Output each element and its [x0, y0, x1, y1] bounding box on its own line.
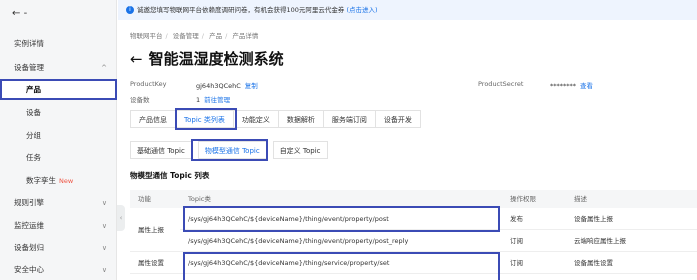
header-description: 描述 — [574, 195, 587, 203]
product-tabs: 产品信息 Topic 类列表 功能定义 数据解析 服务端订阅 设备开发 — [130, 110, 421, 128]
chevron-down-icon: ∨ — [101, 222, 107, 230]
highlight-box-thing-model-subtab — [191, 139, 268, 161]
view-secret-link[interactable]: 查看 — [580, 82, 593, 90]
sidebar-item-instance-details[interactable]: 实例详情 — [0, 34, 117, 54]
description-cell: 云端响应属性上报 — [574, 237, 626, 245]
page-title: ← 智能温湿度检测系统 — [130, 50, 284, 68]
back-arrow-icon[interactable]: ← - — [12, 8, 27, 19]
breadcrumb-item[interactable]: 物联网平台 — [130, 32, 163, 40]
topic-cell: /sys/gj64h3QCehC/${deviceName}/thing/eve… — [188, 237, 409, 245]
header-permission: 操作权限 — [510, 195, 536, 203]
sidebar-item-rule-engine[interactable]: 规则引擎 ∨ — [0, 193, 117, 213]
sidebar-item-task[interactable]: 任务 — [0, 148, 117, 168]
new-badge: New — [59, 177, 74, 185]
sidebar-item-device-assignment[interactable]: 设备划归 ∨ — [0, 238, 117, 258]
sidebar-item-digital-twin[interactable]: 数字孪生 New — [0, 171, 117, 191]
function-cell: 属性设置 — [138, 259, 164, 267]
notice-link[interactable]: (点击进入) — [347, 6, 378, 14]
highlight-box-product — [0, 79, 117, 100]
chevron-up-icon: ^ — [101, 64, 107, 72]
chevron-down-icon: ∨ — [101, 266, 107, 274]
chevron-down-icon: ∨ — [101, 199, 107, 207]
highlight-box-topic-set — [183, 252, 500, 280]
highlight-box-topic-post — [183, 206, 500, 232]
section-title: 物模型通信 Topic 列表 — [130, 171, 210, 180]
description-cell: 设备属性设置 — [574, 259, 613, 267]
breadcrumb-item[interactable]: 设备管理 — [173, 32, 199, 40]
subtab-basic-topic[interactable]: 基础通信 Topic — [130, 141, 192, 159]
permission-cell: 发布 — [510, 215, 523, 223]
manage-devices-link[interactable]: 前往管理 — [204, 96, 230, 104]
product-secret-value: ******** 查看 — [550, 82, 593, 90]
notice-bar: i 诚邀您填写物联网平台依赖度调研问卷，有机会获得100元阿里云代金券 (点击进入… — [118, 0, 697, 20]
tab-function-definition[interactable]: 功能定义 — [232, 110, 278, 128]
product-key-label: ProductKey — [130, 80, 167, 88]
description-cell: 设备属性上报 — [574, 215, 613, 223]
back-arrow-icon[interactable]: ← — [130, 50, 143, 68]
breadcrumb-item: 产品详情 — [232, 32, 259, 40]
breadcrumb: 物联网平台 / 设备管理 / 产品 / 产品详情 — [130, 32, 259, 40]
sidebar-item-device-management[interactable]: 设备管理 ^ — [0, 58, 117, 78]
breadcrumb-item[interactable]: 产品 — [209, 32, 222, 40]
info-icon: i — [126, 6, 134, 14]
sidebar-item-security-center[interactable]: 安全中心 ∨ — [0, 260, 117, 280]
product-key-value: gj64h3QCehC 复制 — [196, 82, 258, 90]
sidebar-item-group[interactable]: 分组 — [0, 126, 117, 146]
tab-server-subscription[interactable]: 服务端订阅 — [322, 110, 375, 128]
function-cell: 属性上报 — [138, 226, 164, 234]
sidebar: ← - 实例详情 设备管理 ^ 产品 设备 分组 任务 数字孪生 New 规则引擎 ∨… — [0, 0, 117, 280]
device-count-value: 1 前往管理 — [196, 96, 231, 104]
subtab-custom-topic[interactable]: 自定义 Topic — [272, 141, 328, 159]
permission-cell: 订阅 — [510, 259, 523, 267]
tab-device-development[interactable]: 设备开发 — [374, 110, 421, 128]
sidebar-item-device[interactable]: 设备 — [0, 103, 117, 123]
table-row: /sys/gj64h3QCehC/${deviceName}/thing/eve… — [180, 230, 697, 252]
header-function: 功能 — [138, 195, 151, 203]
tab-data-parsing[interactable]: 数据解析 — [277, 110, 323, 128]
chevron-down-icon: ∨ — [101, 244, 107, 252]
tab-product-info[interactable]: 产品信息 — [130, 110, 175, 128]
sidebar-item-monitoring[interactable]: 监控运维 ∨ — [0, 216, 117, 236]
device-count-label: 设备数 — [130, 96, 150, 104]
product-secret-label: ProductSecret — [478, 80, 524, 88]
permission-cell: 订阅 — [510, 237, 523, 245]
highlight-box-topic-tab — [175, 108, 237, 130]
copy-link[interactable]: 复制 — [245, 82, 258, 90]
